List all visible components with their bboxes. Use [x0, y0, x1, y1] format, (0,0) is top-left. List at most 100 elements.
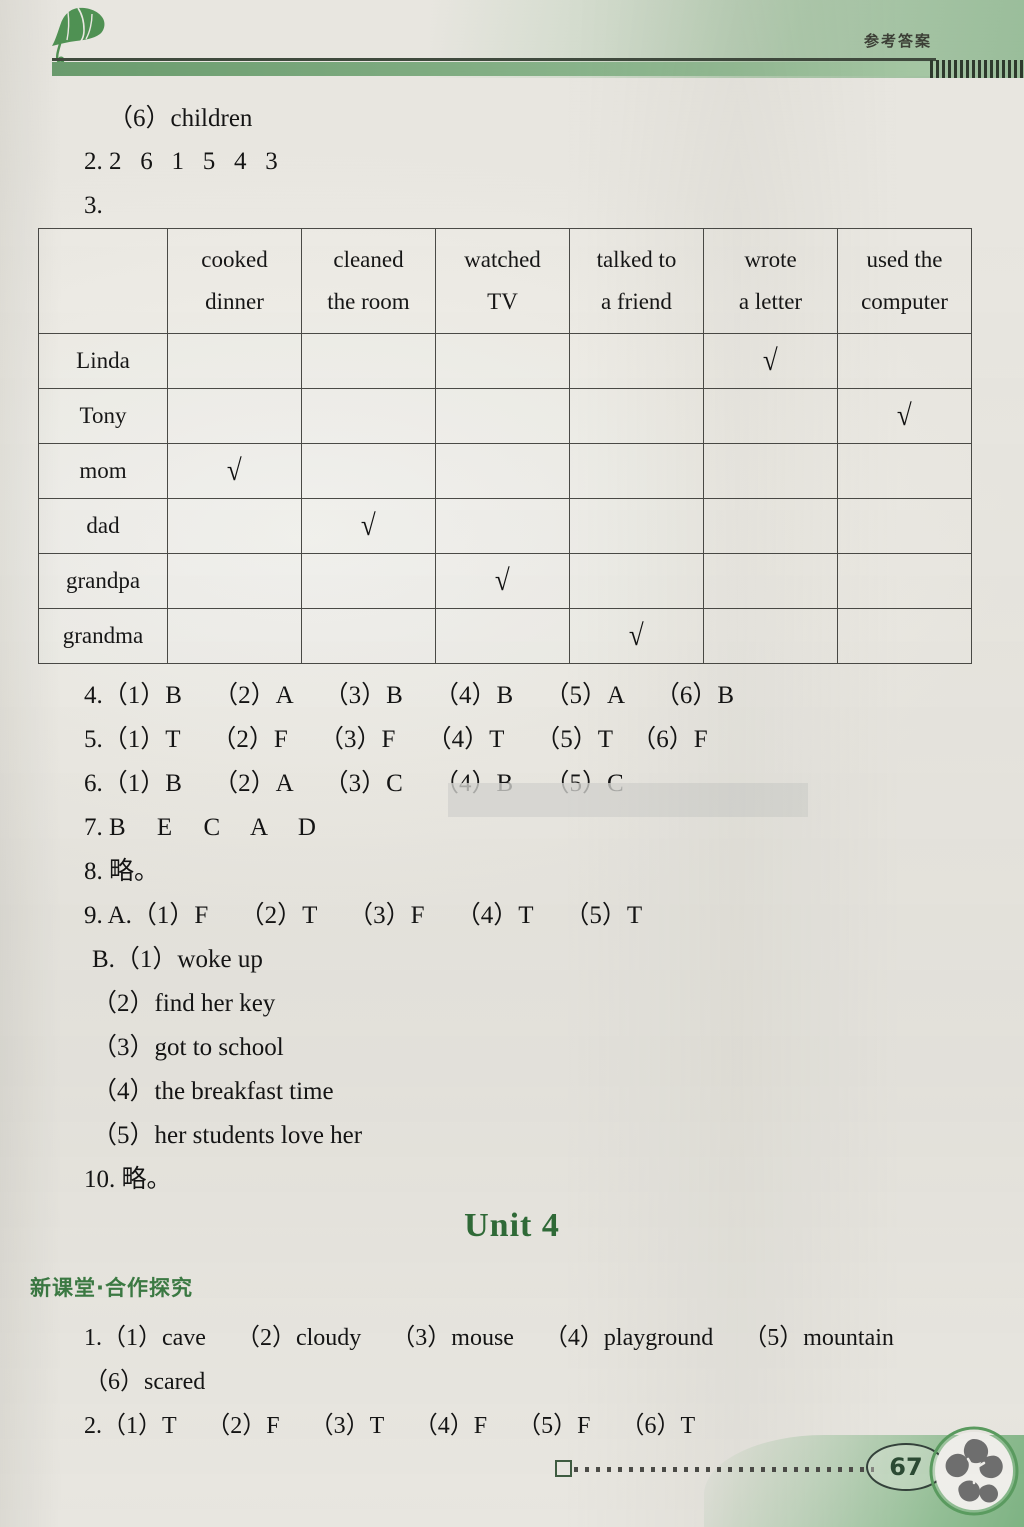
answer-line-9b-4: （4）the breakfast time	[92, 1078, 334, 1105]
table-row: Linda √	[38, 333, 972, 389]
table-cell-empty	[703, 553, 838, 609]
table-cell-empty	[837, 443, 972, 499]
check-mark-icon: √	[629, 619, 644, 652]
table-header-corner	[38, 228, 168, 334]
page-canvas: 参考答案 （6）children 2. 2 6 1 5 4 3 3. cooke…	[0, 0, 1024, 1527]
table-cell-empty	[167, 498, 302, 554]
table-header-wrote-a-letter: wrote a letter	[703, 228, 838, 334]
table-cell-empty	[837, 333, 972, 389]
answer-line-7: 7. B E C A D	[84, 814, 316, 841]
table-row: grandma √	[38, 608, 972, 664]
activity-table-wrapper: cooked dinner cleaned the room watched T…	[38, 228, 972, 664]
table-cell-empty	[837, 608, 972, 664]
table-cell-empty	[167, 553, 302, 609]
table-cell-empty	[301, 333, 436, 389]
answer-line-10: 10. 略。	[84, 1166, 172, 1193]
answer-line-3: 3.	[84, 192, 103, 219]
table-header-watched-tv: watched TV	[435, 228, 570, 334]
header-line-1: cooked	[201, 247, 268, 272]
table-cell-empty	[435, 443, 570, 499]
table-cell-empty	[301, 553, 436, 609]
table-row: mom √	[38, 443, 972, 499]
table-cell-empty	[435, 498, 570, 554]
answer-line-6: 6.（1）B （2）A （3）C （4）B （5）C	[84, 770, 624, 797]
check-mark-icon: √	[763, 344, 778, 377]
table-cell-empty	[167, 608, 302, 664]
table-cell-empty	[703, 443, 838, 499]
answer-line-2: 2. 2 6 1 5 4 3	[84, 148, 278, 175]
table-row: dad √	[38, 498, 972, 554]
table-body: Linda √ Tony √ mom √ dad √ grandpa √ grandma √	[38, 333, 972, 664]
footer-dotted-rule	[574, 1467, 874, 1472]
table-cell-empty	[569, 388, 704, 444]
page-footer: 67	[0, 1417, 1024, 1527]
table-cell-empty	[569, 333, 704, 389]
header-line-1: watched	[464, 247, 541, 272]
table-cell-empty	[435, 388, 570, 444]
answer-line-1-6: （6）children	[108, 105, 253, 132]
answer-line-9a: 9. A.（1）F （2）T （3）F （4）T （5）T	[84, 902, 643, 929]
answer-line-9b-3: （3）got to school	[92, 1034, 284, 1061]
table-cell-empty	[569, 553, 704, 609]
header-line-2: a friend	[601, 289, 672, 314]
table-row-label: Tony	[38, 388, 168, 444]
table-cell-empty	[569, 498, 704, 554]
table-row-label: grandma	[38, 608, 168, 664]
table-cell-empty	[837, 553, 972, 609]
header-line-1: wrote	[744, 247, 797, 272]
table-header-talked-to-a-friend: talked to a friend	[569, 228, 704, 334]
table-cell-checked: √	[837, 388, 972, 444]
header-line-2: dinner	[205, 289, 264, 314]
header-line-2: the room	[327, 289, 410, 314]
table-row-label: dad	[38, 498, 168, 554]
header-line-1: talked to	[596, 247, 677, 272]
table-cell-empty	[569, 443, 704, 499]
table-row: grandpa √	[38, 553, 972, 609]
table-cell-empty	[435, 608, 570, 664]
answer-line-8: 8. 略。	[84, 858, 160, 885]
table-cell-empty	[837, 498, 972, 554]
unit4-answer-line-1: 1.（1）cave （2）cloudy （3）mouse （4）playgrou…	[84, 1325, 894, 1351]
answer-line-9b-2: （2）find her key	[92, 990, 276, 1017]
check-mark-icon: √	[361, 509, 376, 542]
table-row-label: grandpa	[38, 553, 168, 609]
header-tick-marks	[930, 60, 1024, 78]
table-row: Tony √	[38, 388, 972, 444]
table-cell-checked: √	[569, 608, 704, 664]
header-line-2: TV	[487, 289, 518, 314]
table-row-label: Linda	[38, 333, 168, 389]
table-cell-checked: √	[301, 498, 436, 554]
bauhinia-flower-icon	[929, 1426, 1019, 1516]
activity-table: cooked dinner cleaned the room watched T…	[38, 228, 972, 664]
table-cell-empty	[301, 388, 436, 444]
header-line-1: cleaned	[333, 247, 404, 272]
table-header-row: cooked dinner cleaned the room watched T…	[38, 228, 972, 334]
table-cell-checked: √	[703, 333, 838, 389]
header-title: 参考答案	[863, 32, 932, 50]
table-cell-checked: √	[167, 443, 302, 499]
table-cell-empty	[703, 608, 838, 664]
answer-line-9b-5: （5）her students love her	[92, 1122, 363, 1149]
ginkgo-leaf-icon	[52, 7, 105, 64]
header-rule	[52, 58, 936, 61]
table-cell-empty	[301, 608, 436, 664]
header-line-2: a letter	[738, 289, 803, 314]
section-tag: 新课堂·合作探究	[30, 1276, 193, 1300]
table-cell-empty	[167, 333, 302, 389]
check-mark-icon: √	[227, 454, 242, 487]
header-line-2: computer	[861, 289, 948, 314]
table-cell-checked: √	[435, 553, 570, 609]
table-cell-empty	[703, 388, 838, 444]
answer-line-9b-1: B.（1）woke up	[92, 946, 263, 973]
table-header-cleaned-the-room: cleaned the room	[301, 228, 436, 334]
table-cell-empty	[167, 388, 302, 444]
table-cell-empty	[301, 443, 436, 499]
table-cell-empty	[703, 498, 838, 554]
check-mark-icon: √	[897, 399, 912, 432]
table-header-cooked-dinner: cooked dinner	[167, 228, 302, 334]
answer-line-5: 5.（1）T （2）F （3）F （4）T （5）T （6）F	[84, 726, 708, 753]
answer-line-4: 4.（1）B （2）A （3）B （4）B （5）A （6）B	[84, 682, 735, 709]
unit4-answer-line-1b: （6）scared	[84, 1369, 206, 1395]
unit-title: Unit 4	[464, 1207, 560, 1244]
header-green-band	[52, 62, 936, 76]
